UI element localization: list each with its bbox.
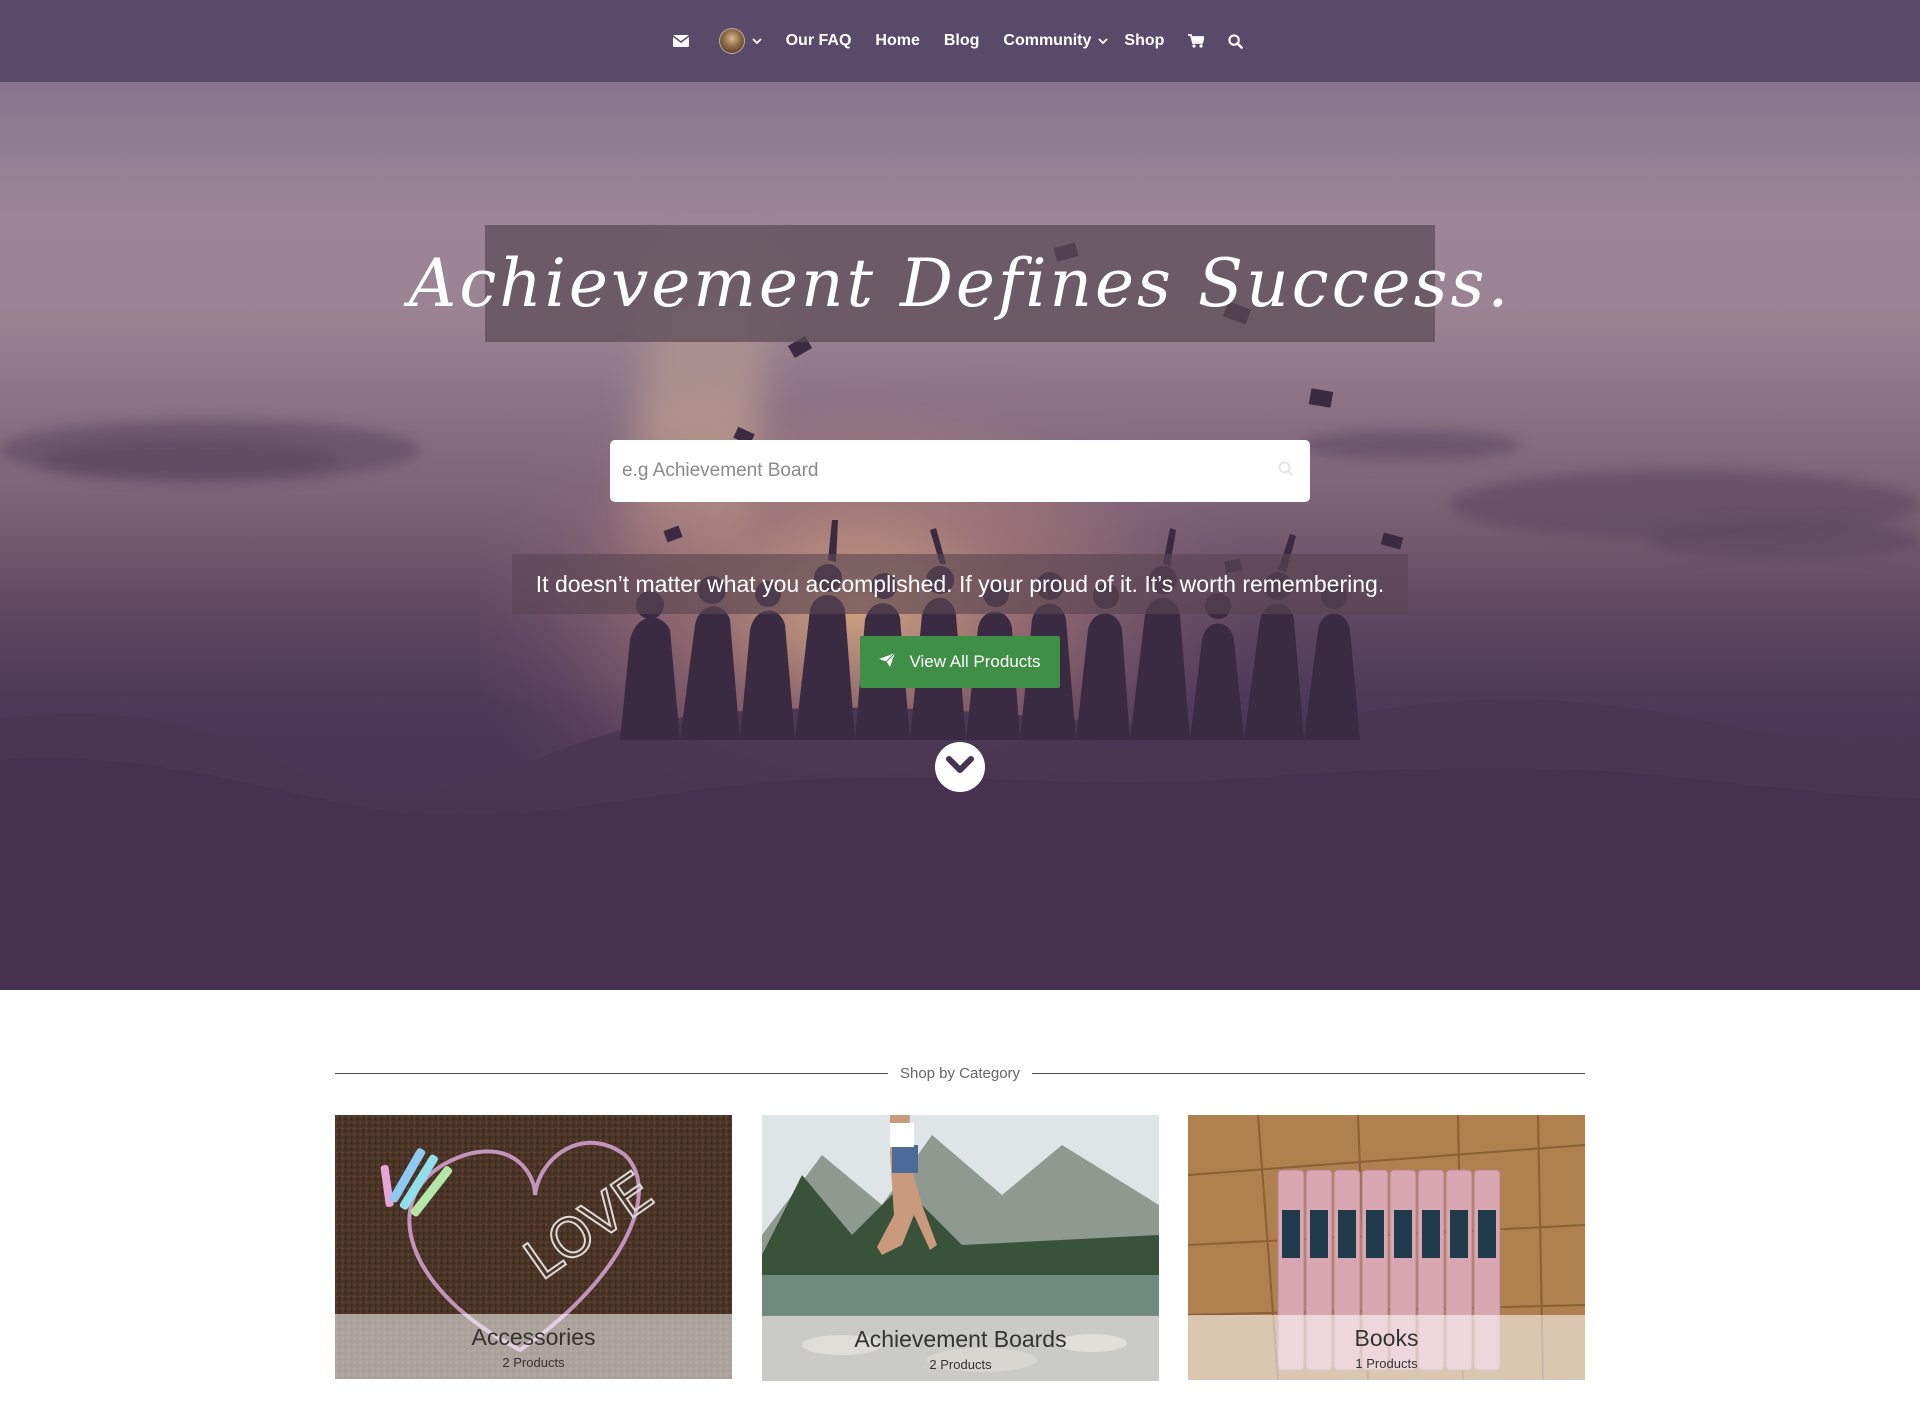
nav-item-blog[interactable]: Blog xyxy=(944,32,980,50)
nav-item-shop[interactable]: Shop xyxy=(1124,32,1164,50)
category-title: Achievement Boards xyxy=(854,1326,1067,1352)
view-all-products-label: View All Products xyxy=(909,652,1041,671)
card-caption: Accessories 2 Products xyxy=(335,1314,732,1379)
hero-section: Achievement Defines Success. It doesn’t … xyxy=(0,0,1920,990)
category-count: 2 Products xyxy=(502,1355,565,1370)
user-menu[interactable] xyxy=(718,28,762,54)
chevron-down-icon xyxy=(1098,37,1109,45)
hero-tagline: It doesn’t matter what you accomplished.… xyxy=(512,554,1408,614)
nav-item-faq[interactable]: Our FAQ xyxy=(786,32,852,50)
mail-icon[interactable] xyxy=(672,35,689,47)
nav-item-community[interactable]: Community xyxy=(1003,32,1109,50)
section-title: Shop by Category xyxy=(899,1064,1021,1082)
scroll-down-button[interactable] xyxy=(935,742,985,792)
nav-item-community-label: Community xyxy=(1003,32,1092,49)
paper-plane-icon xyxy=(879,652,896,672)
product-search-box[interactable] xyxy=(610,440,1310,502)
category-title: Accessories xyxy=(471,1324,596,1350)
nav-item-home[interactable]: Home xyxy=(875,32,919,50)
view-all-products-button[interactable]: View All Products xyxy=(860,636,1060,688)
shop-by-category-heading: Shop by Category xyxy=(335,1060,1586,1086)
chevron-down-circle-icon xyxy=(946,755,974,780)
top-navigation: Our FAQ Home Blog Community Shop xyxy=(0,0,1920,82)
search-icon[interactable] xyxy=(1278,461,1294,482)
category-count: 2 Products xyxy=(929,1357,992,1372)
chevron-down-icon[interactable] xyxy=(751,37,762,45)
search-icon[interactable] xyxy=(1228,33,1244,49)
category-card-books[interactable]: Books 1 Products xyxy=(1188,1115,1585,1380)
category-card-accessories[interactable]: LOVE Accessories 2 Products xyxy=(335,1115,732,1379)
cart-icon[interactable] xyxy=(1188,34,1205,48)
hero-title: Achievement Defines Success. xyxy=(409,225,1508,342)
category-count: 1 Products xyxy=(1355,1356,1418,1371)
divider xyxy=(1032,1072,1586,1074)
category-title: Books xyxy=(1354,1325,1419,1351)
card-caption: Books 1 Products xyxy=(1188,1315,1585,1380)
divider xyxy=(335,1072,888,1074)
avatar[interactable] xyxy=(718,28,745,54)
category-card-achievement-boards[interactable]: Achievement Boards 2 Products xyxy=(762,1115,1159,1381)
card-caption: Achievement Boards 2 Products xyxy=(762,1316,1159,1381)
search-input[interactable] xyxy=(620,459,1278,483)
